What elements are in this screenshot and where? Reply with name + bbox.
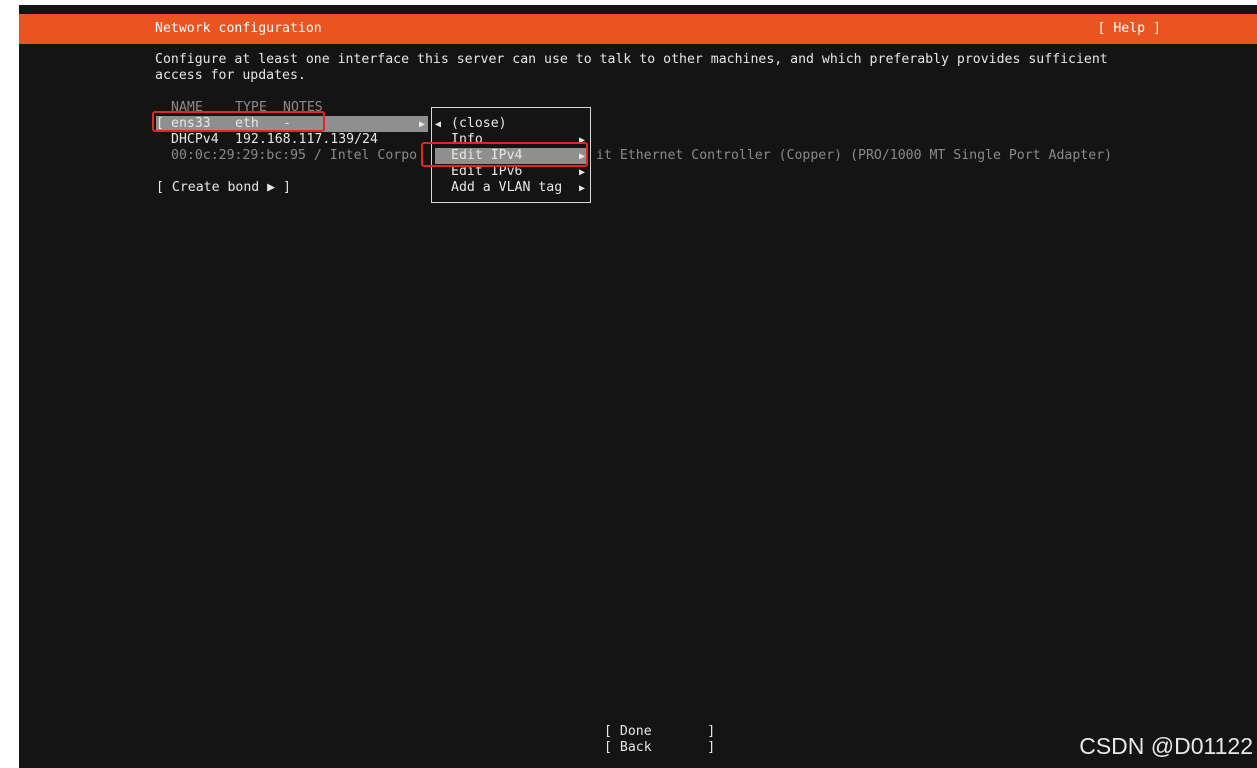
close-arrow-icon: ◀	[435, 119, 442, 130]
back-button[interactable]: [ Back ]	[604, 740, 715, 756]
annotation-box-interface	[152, 111, 325, 132]
installer-screen: Network configuration [ Help ] Configure…	[19, 5, 1257, 768]
intro-text-line-2: access for updates.	[155, 68, 306, 83]
menu-item-close[interactable]: (close)	[451, 116, 507, 132]
submenu-arrow-icon: ▶	[579, 183, 586, 194]
watermark-text: CSDN @D01122	[1079, 733, 1253, 759]
dhcp-label: DHCPv4	[171, 132, 219, 147]
menu-item-add-vlan[interactable]: Add a VLAN tag	[451, 180, 562, 196]
dhcp-address: 192.168.117.139/24	[235, 132, 378, 147]
page-margin-left	[0, 0, 19, 768]
annotation-box-edit-ipv4	[421, 142, 588, 167]
done-button[interactable]: [ Done ]	[604, 724, 715, 740]
intro-text-line-1: Configure at least one interface this se…	[155, 52, 1108, 67]
page-title: Network configuration	[155, 21, 322, 36]
mac-info-right: it Ethernet Controller (Copper) (PRO/100…	[596, 148, 1113, 163]
submenu-arrow-icon: ▶	[579, 167, 586, 178]
create-bond-button[interactable]: [ Create bond ▶ ]	[156, 180, 291, 196]
help-button[interactable]: [ Help ]	[1097, 21, 1161, 36]
row-expand-arrow-icon: ▶	[419, 119, 426, 130]
header-bar: Network configuration [ Help ]	[19, 14, 1257, 44]
mac-info-left: 00:0c:29:29:bc:95 / Intel Corpo	[171, 148, 418, 163]
